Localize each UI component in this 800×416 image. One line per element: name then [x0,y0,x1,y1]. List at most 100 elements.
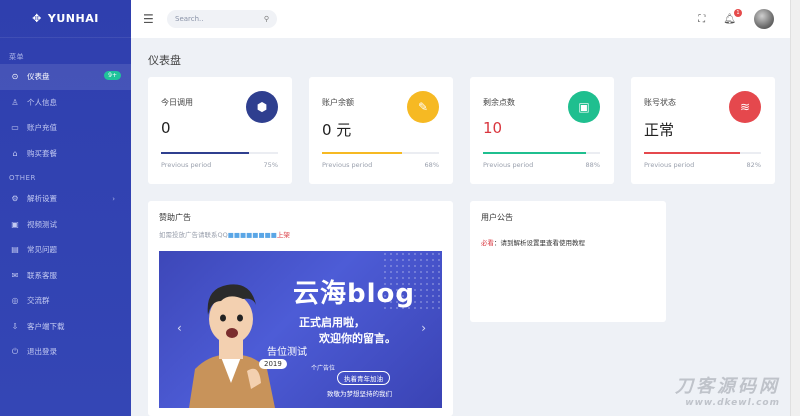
brand[interactable]: ✥ YUNHAI [0,0,131,38]
dashboard-icon: ⊙ [11,72,19,82]
progress-fill [322,152,402,154]
chevron-left-icon[interactable]: ‹ [177,321,182,335]
menu-toggle-icon[interactable]: ☰ [143,12,157,26]
stat-card-balance: 账户余额 0 元 ✎ Previous period 68% [309,77,453,184]
sidebar-item-faq[interactable]: ▤ 常见问题 [0,237,131,263]
ad-panel-title: 赞助广告 [159,213,191,222]
ad-panel-subtitle: 如需投放广告请联系QQ■■■■■■■■上架 [159,229,290,239]
bell-icon[interactable]: 🔔︎ 1 [723,8,742,25]
progress-bar [483,152,600,154]
sidebar-item-label: 账户充值 [27,123,57,133]
stat-value: 10 [483,119,503,137]
notice-body: ：请到解析设置里查看使用教程 [494,239,585,247]
progress-bar [644,152,761,154]
period-label: Previous period [483,161,534,169]
brand-name: YUNHAI [47,12,99,25]
sidebar-item-dashboard[interactable]: ⊙ 仪表盘 9+ [0,64,131,90]
stat-card-calls: 今日调用 0 ⬢ Previous period 75% [148,77,292,184]
stat-label: 账户余额 [322,98,354,107]
shop-icon: ⌂ [12,148,18,158]
stat-value: 正常 [644,121,675,139]
gear-icon: ⚙ [11,194,19,204]
sidebar-item-recharge[interactable]: ▭ 账户充值 [0,115,131,141]
period-pct: 82% [746,161,761,169]
sidebar-item-label: 购买套餐 [27,148,57,158]
user-icon: ♙ [11,97,19,107]
banner-headline: 云海blog [293,279,415,309]
notice-must-label: 必看 [481,239,494,247]
logo-icon: ✥ [32,12,42,25]
sidebar-item-label: 视频测试 [27,219,57,229]
sidebar-item-label: 仪表盘 [27,72,50,82]
group-icon: ◎ [11,296,19,306]
sidebar-item-label: 退出登录 [27,347,57,357]
sidebar-item-support[interactable]: ✉ 联系客服 [0,263,131,289]
banner-ad-slot-label: 个广告位 [311,365,336,372]
ad-sub-prefix: 如需投放广告请联系QQ [159,231,228,239]
topbar: ☰ Search.. ⚲ ⛶ 🔔︎ 1 [131,0,790,38]
period-label: Previous period [161,161,212,169]
period-pct: 68% [424,161,439,169]
cube-icon: ⬢ [246,91,278,123]
watermark-line-1: 刀客源码网 [675,376,780,397]
notification-count: 1 [734,8,742,17]
video-icon: ▣ [11,219,19,229]
banner-footer-text: 致敬为梦想坚持的我们 [327,390,392,398]
sidebar-item-video-test[interactable]: ▣ 视频测试 [0,212,131,238]
fullscreen-icon[interactable]: ⛶ [698,14,705,25]
ad-qq-number: ■■■■■■■■ [227,231,277,239]
watermark-line-2: www.dkewl.com [685,398,780,408]
notice-panel-title: 用户公告 [481,213,513,222]
power-icon: ⏻ [11,346,19,356]
mail-icon: ✉ [11,270,19,280]
sidebar-item-label: 交流群 [27,296,50,306]
period-label: Previous period [644,161,695,169]
period-label: Previous period [322,161,373,169]
search-icon[interactable]: ⚲ [264,15,269,23]
progress-fill [483,152,586,154]
chevron-right-icon: › [112,194,115,203]
sidebar: ✥ YUNHAI 菜单 ⊙ 仪表盘 9+ ♙ 个人信息 ▭ 账户充值 ⌂ 购买套… [0,0,131,416]
stat-label: 剩余点数 [483,98,515,107]
page-title: 仪表盘 [148,54,181,67]
sidebar-item-profile[interactable]: ♙ 个人信息 [0,90,131,116]
briefcase-icon: ▣ [568,91,600,123]
sidebar-item-group[interactable]: ◎ 交流群 [0,288,131,314]
sidebar-item-buy-plan[interactable]: ⌂ 购买套餐 [0,141,131,167]
ad-sub-suffix: 上架 [276,231,290,239]
layers-icon: ≋ [729,91,761,123]
stat-label: 账号状态 [644,98,676,107]
sidebar-item-label: 个人信息 [27,97,57,107]
sidebar-item-label: 联系客服 [27,270,57,280]
progress-fill [644,152,740,154]
notice-text: 必看：请到解析设置里查看使用教程 [481,237,585,247]
sidebar-item-download[interactable]: ⇩ 客户端下载 [0,314,131,340]
card-icon: ▭ [11,123,19,133]
scrollbar[interactable] [790,0,800,416]
cartoon-person-image [189,284,275,408]
sidebar-item-label: 常见问题 [27,245,57,255]
sidebar-item-logout[interactable]: ⏻ 退出登录 [0,339,131,365]
section-other-label: OTHER [9,174,36,182]
stat-card-points: 剩余点数 10 ▣ Previous period 88% [470,77,614,184]
sidebar-item-label: 解析设置 [27,194,57,204]
banner-chip: 执着青年加油 [337,371,390,385]
progress-bar [161,152,278,154]
count-badge: 9+ [104,71,121,80]
banner-line-2: 正式启用啦， [299,316,365,329]
chevron-right-icon[interactable]: › [421,321,426,335]
sidebar-item-parse-settings[interactable]: ⚙ 解析设置 › [0,186,131,212]
progress-fill [161,152,249,154]
period-pct: 88% [585,161,600,169]
tag-icon: ✎ [407,91,439,123]
progress-bar [322,152,439,154]
search-input[interactable]: Search.. ⚲ [167,10,277,28]
ad-banner[interactable]: 云海blog 正式启用啦， 欢迎你的留言。 告位测试 2019 个广告位 执着青… [159,251,442,408]
section-menu-label: 菜单 [9,53,24,61]
watermark: 刀客源码网 www.dkewl.com [675,372,780,408]
avatar[interactable] [754,9,774,29]
download-icon: ⇩ [11,321,19,331]
stat-value: 0 元 [322,121,352,139]
period-pct: 75% [263,161,278,169]
banner-ad-test-label: 告位测试 [267,347,307,358]
